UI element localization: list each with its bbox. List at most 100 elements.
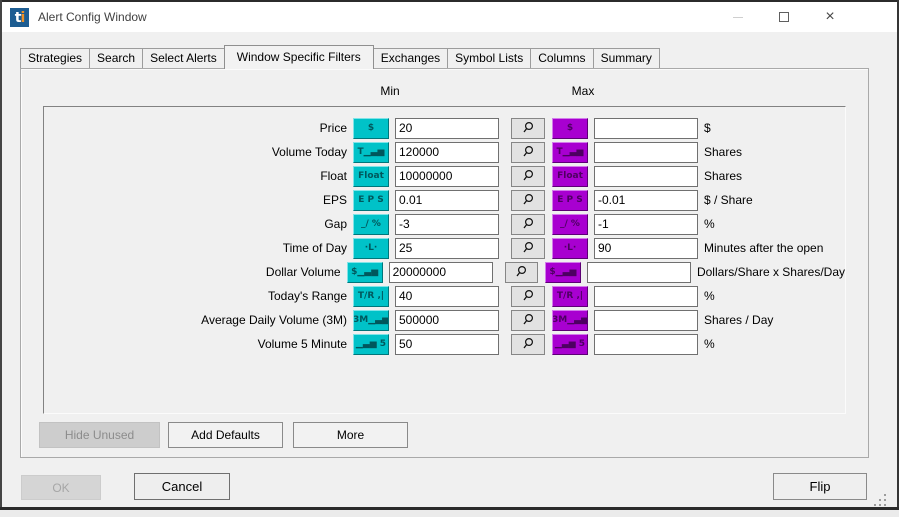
logo-letter-i: i — [20, 9, 25, 26]
tab-select-alerts[interactable]: Select Alerts — [142, 48, 225, 69]
tab-strategies[interactable]: Strategies — [20, 48, 91, 69]
min-filter-icon-button[interactable]: 3M▁▃▅ — [353, 309, 389, 331]
max-value-input[interactable] — [594, 141, 698, 163]
min-filter-icon-button[interactable]: ·L· — [353, 237, 389, 259]
filter-glyph-icon: _/ % — [361, 219, 381, 229]
min-value-input[interactable] — [395, 141, 499, 163]
min-filter-icon-button[interactable]: T/R ‚| — [353, 285, 389, 307]
unit-label: Shares — [704, 169, 743, 183]
window-border-left — [0, 0, 2, 510]
search-icon — [523, 217, 534, 229]
min-value-input[interactable] — [395, 117, 499, 139]
max-filter-icon-button[interactable]: T/R ‚| — [552, 285, 588, 307]
hide-unused-button[interactable]: Hide Unused — [39, 422, 160, 448]
tab-label: Summary — [600, 51, 652, 65]
min-filter-icon-button[interactable]: $▁▃▅ — [346, 261, 383, 283]
max-filter-icon-button[interactable]: $ — [552, 117, 588, 139]
max-value-input[interactable] — [594, 117, 698, 139]
max-filter-icon-button[interactable]: T▁▃▅ — [552, 141, 588, 163]
max-value-input[interactable] — [594, 189, 698, 211]
search-icon — [523, 193, 534, 205]
filter-glyph-icon: 3M▁▃▅ — [552, 315, 588, 325]
max-filter-icon-button[interactable]: ▁▃▅ 5 — [552, 333, 588, 355]
min-value-input[interactable] — [395, 333, 499, 355]
filter-glyph-icon: T▁▃▅ — [357, 147, 385, 157]
filter-glyph-icon: E P S — [557, 195, 583, 205]
filter-glyph-icon: 3M▁▃▅ — [353, 315, 389, 325]
min-value-input[interactable] — [395, 237, 499, 259]
max-value-input[interactable] — [594, 309, 698, 331]
more-button[interactable]: More — [293, 422, 408, 448]
search-button[interactable] — [511, 141, 545, 163]
search-icon — [523, 121, 534, 133]
max-value-input[interactable] — [594, 237, 698, 259]
search-icon — [523, 145, 534, 157]
min-value-input[interactable] — [395, 213, 499, 235]
search-button[interactable] — [504, 261, 538, 283]
add-defaults-button[interactable]: Add Defaults — [168, 422, 283, 448]
search-button[interactable] — [511, 189, 545, 211]
tab-search[interactable]: Search — [89, 48, 144, 69]
min-filter-icon-button[interactable]: E P S — [353, 189, 389, 211]
filter-glyph-icon: $▁▃▅ — [549, 267, 577, 277]
unit-label: Dollars/Share x Shares/Day — [696, 265, 845, 279]
tab-symbol-lists[interactable]: Symbol Lists — [447, 48, 532, 69]
tab-label: Columns — [538, 51, 586, 65]
filter-glyph-icon: T/R ‚| — [556, 291, 584, 301]
max-filter-icon-button[interactable]: _/ % — [552, 213, 588, 235]
tab-window-specific-filters[interactable]: Window Specific Filters — [223, 45, 374, 69]
tab-columns[interactable]: Columns — [530, 48, 594, 69]
min-value-input[interactable] — [395, 189, 499, 211]
flip-button[interactable]: Flip — [773, 473, 867, 500]
min-filter-icon-button[interactable]: $ — [353, 117, 389, 139]
min-value-input[interactable] — [395, 285, 499, 307]
filter-label: Volume 5 Minute — [257, 337, 347, 351]
ok-button[interactable]: OK — [21, 475, 101, 500]
filter-glyph-icon: ·L· — [563, 243, 577, 253]
max-value-input[interactable] — [594, 333, 698, 355]
unit-label: Shares — [704, 145, 743, 159]
unit-label: Minutes after the open — [704, 241, 824, 255]
search-button[interactable] — [511, 333, 545, 355]
tab-summary[interactable]: Summary — [592, 48, 660, 69]
resize-grip[interactable] — [874, 494, 888, 508]
filter-row-dollar-volume: Dollar Volume $▁▃▅ $▁▃▅ Dollars/Share x … — [44, 260, 845, 284]
search-button[interactable] — [511, 165, 545, 187]
search-icon — [523, 289, 534, 301]
filter-label: Average Daily Volume (3M) — [201, 313, 347, 327]
tab-label: Exchanges — [380, 51, 441, 65]
search-button[interactable] — [511, 285, 545, 307]
max-value-input[interactable] — [594, 165, 698, 187]
filter-row-gap: Gap _/ % _/ % % — [44, 212, 845, 236]
max-value-input[interactable] — [594, 285, 698, 307]
min-filter-icon-button[interactable]: Float — [353, 165, 389, 187]
trade-ideas-logo-icon: ti — [10, 8, 29, 27]
minimize-button[interactable] — [715, 2, 761, 32]
max-value-input[interactable] — [586, 261, 691, 283]
max-filter-icon-button[interactable]: $▁▃▅ — [544, 261, 581, 283]
max-filter-icon-button[interactable]: ·L· — [552, 237, 588, 259]
max-filter-icon-button[interactable]: E P S — [552, 189, 588, 211]
filter-label: Gap — [324, 217, 347, 231]
filter-row-volume-5-minute: Volume 5 Minute ▁▃▅ 5 ▁▃▅ 5 % — [44, 332, 845, 356]
filter-row-float: Float Float Float Shares — [44, 164, 845, 188]
search-button[interactable] — [511, 237, 545, 259]
min-filter-icon-button[interactable]: _/ % — [353, 213, 389, 235]
max-filter-icon-button[interactable]: Float — [552, 165, 588, 187]
cancel-button[interactable]: Cancel — [134, 473, 230, 500]
filter-label: Dollar Volume — [265, 265, 341, 279]
max-filter-icon-button[interactable]: 3M▁▃▅ — [552, 309, 588, 331]
min-value-input[interactable] — [395, 309, 499, 331]
maximize-button[interactable] — [761, 2, 807, 32]
min-filter-icon-button[interactable]: T▁▃▅ — [353, 141, 389, 163]
close-button[interactable]: × — [807, 2, 853, 32]
search-button[interactable] — [511, 213, 545, 235]
min-value-input[interactable] — [388, 261, 493, 283]
max-value-input[interactable] — [594, 213, 698, 235]
min-filter-icon-button[interactable]: ▁▃▅ 5 — [353, 333, 389, 355]
min-value-input[interactable] — [395, 165, 499, 187]
filter-glyph-icon: _/ % — [560, 219, 580, 229]
search-button[interactable] — [511, 309, 545, 331]
search-button[interactable] — [511, 117, 545, 139]
tab-exchanges[interactable]: Exchanges — [372, 48, 449, 69]
